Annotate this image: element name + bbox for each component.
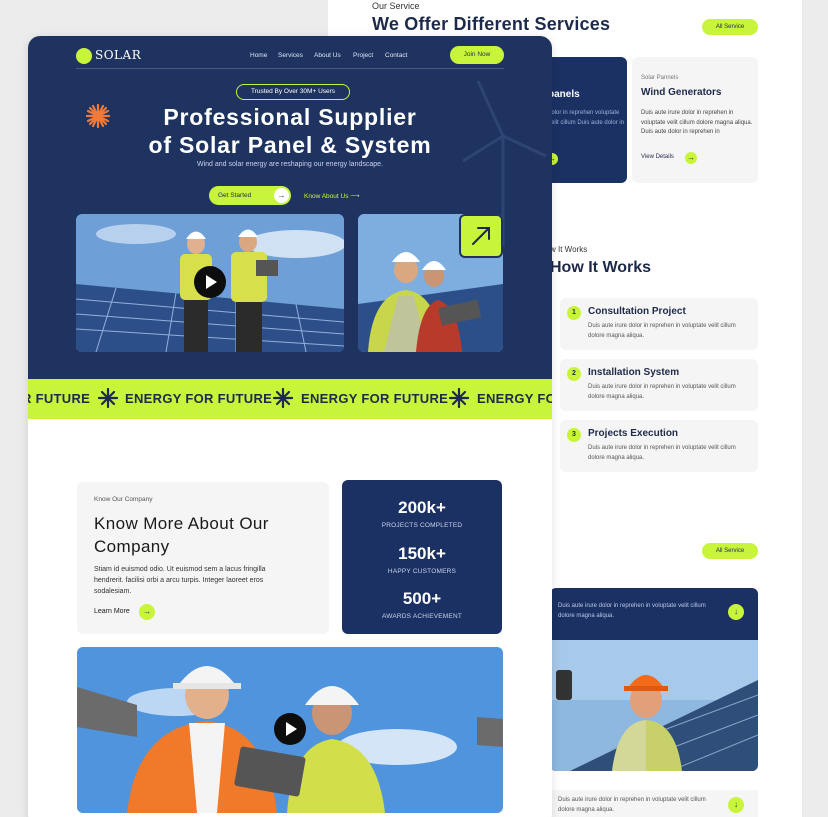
stat-label: HAPPY CUSTOMERS xyxy=(387,568,457,575)
step-number: 2 xyxy=(567,367,581,381)
nav-project[interactable]: Project xyxy=(353,52,373,59)
marquee-text: R FUTURE xyxy=(28,391,91,406)
arrow-right-icon[interactable]: → xyxy=(139,604,155,620)
hero-title-line1: Professional Supplier xyxy=(163,104,417,130)
how-it-works-title: How It Works xyxy=(550,259,652,276)
arrow-right-icon: → xyxy=(274,188,289,203)
step-desc: Duis aute irure dolor in reprehen in vol… xyxy=(588,384,736,400)
service-card-eyebrow: Solar Pannels xyxy=(641,75,679,81)
stat-label: PROJECTS COMPLETED xyxy=(381,522,463,529)
play-icon[interactable] xyxy=(194,266,226,298)
arrow-right-icon: ⟶ xyxy=(350,193,360,200)
learn-more-link[interactable]: Learn More xyxy=(94,608,130,615)
energy-marquee: R FUTURE ENERGY FOR FUTURE ENERGY FOR FU… xyxy=(28,379,552,419)
marquee-text: ENERGY FO xyxy=(477,391,552,406)
stats-panel: 200k+ PROJECTS COMPLETED 150k+ HAPPY CUS… xyxy=(342,480,502,634)
stat-value: 200k+ xyxy=(398,498,446,517)
step-card: 1 Consultation Project Duis aute irure d… xyxy=(560,298,758,350)
star-icon xyxy=(98,388,118,408)
marquee-text: ENERGY FOR FUTURE xyxy=(301,391,449,406)
step-title: Consultation Project xyxy=(588,306,686,317)
logo[interactable]: SOLAR xyxy=(95,48,141,62)
play-icon[interactable] xyxy=(274,713,306,745)
step-number: 3 xyxy=(567,428,581,442)
faq-answer: Duis aute irure dolor in reprehen in vol… xyxy=(558,603,706,619)
arrow-down-icon[interactable]: ↓ xyxy=(728,797,744,813)
faq-answer: Duis aute irure dolor in reprehen in vol… xyxy=(558,797,706,813)
hero-section: SOLAR Home Services About Us Project Con… xyxy=(28,36,552,379)
all-service-button[interactable]: All Service xyxy=(702,543,758,559)
nav-divider xyxy=(76,68,504,69)
about-desc: Stiam id euismod odio. Ut euismod sem a … xyxy=(94,566,266,595)
home-page: SOLAR Home Services About Us Project Con… xyxy=(28,36,552,817)
star-icon xyxy=(273,388,293,408)
logo-icon xyxy=(76,48,92,64)
services-title: We Offer Different Services xyxy=(372,14,611,34)
trusted-badge: Trusted By Over 30M+ Users xyxy=(236,84,350,100)
arrow-down-icon[interactable]: ↓ xyxy=(728,604,744,620)
arrow-up-right-button[interactable] xyxy=(459,214,503,258)
hero-title-line2: of Solar Panel & System xyxy=(148,132,432,158)
nav-contact[interactable]: Contact xyxy=(385,52,407,59)
nav-services[interactable]: Services xyxy=(278,52,303,59)
service-card-title: panels xyxy=(548,89,580,100)
step-title: Installation System xyxy=(588,367,680,378)
faq-item-open[interactable]: Duis aute irure dolor in reprehen in vol… xyxy=(550,588,758,771)
arrow-right-icon[interactable]: → xyxy=(685,152,697,164)
worker-photo xyxy=(550,640,758,771)
about-eyebrow: Know Our Company xyxy=(94,496,153,503)
step-card: 2 Installation System Duis aute irure do… xyxy=(560,359,758,411)
step-desc: Duis aute irure dolor in reprehen in vol… xyxy=(588,445,736,461)
canvas: Our Service We Offer Different Services … xyxy=(0,0,828,817)
know-about-us-label: Know About Us xyxy=(304,193,349,200)
step-title: Projects Execution xyxy=(588,428,679,439)
get-started-button[interactable]: Get Started → xyxy=(209,186,291,205)
stat-value: 500+ xyxy=(402,589,442,608)
know-about-us-link[interactable]: Know About Us ⟶ xyxy=(304,192,360,200)
step-number: 1 xyxy=(567,306,581,320)
faq-item[interactable]: Duis aute irure dolor in reprehen in vol… xyxy=(550,790,758,817)
hero-video-thumbnail[interactable] xyxy=(76,214,344,352)
about-title: Know More About Our Company xyxy=(94,514,269,556)
step-desc: Duis aute irure dolor in reprehen in vol… xyxy=(588,323,736,339)
nav-home[interactable]: Home xyxy=(250,52,267,59)
arrow-up-right-icon xyxy=(472,227,490,245)
stat-label: AWARDS ACHIEVEMENT xyxy=(381,613,463,620)
get-started-label: Get Started xyxy=(218,192,252,199)
step-card: 3 Projects Execution Duis aute irure dol… xyxy=(560,420,758,472)
join-now-button[interactable]: Join Now xyxy=(450,46,504,64)
service-card-title: Wind Generators xyxy=(641,87,722,98)
nav-about-us[interactable]: About Us xyxy=(314,52,341,59)
star-icon xyxy=(449,388,469,408)
service-card-desc: Duis aute irure dolor in reprehen in vol… xyxy=(641,110,753,135)
service-card-wind[interactable]: Solar Pannels Wind Generators Duis aute … xyxy=(632,57,758,183)
hero-subtitle: Wind and solar energy are reshaping our … xyxy=(196,161,383,168)
about-company-card: Know Our Company Know More About Our Com… xyxy=(77,482,329,634)
service-card-desc: dolor in reprehen voluptate velit cillum… xyxy=(548,110,625,126)
all-service-button[interactable]: All Service xyxy=(702,19,758,35)
marquee-text: ENERGY FOR FUTURE xyxy=(125,391,273,406)
how-it-works-eyebrow: w It Works xyxy=(550,245,588,254)
view-details-link[interactable]: View Details xyxy=(641,154,674,160)
services-eyebrow: Our Service xyxy=(372,1,420,11)
stat-value: 150k+ xyxy=(398,544,446,563)
company-video-thumbnail[interactable] xyxy=(77,647,503,813)
